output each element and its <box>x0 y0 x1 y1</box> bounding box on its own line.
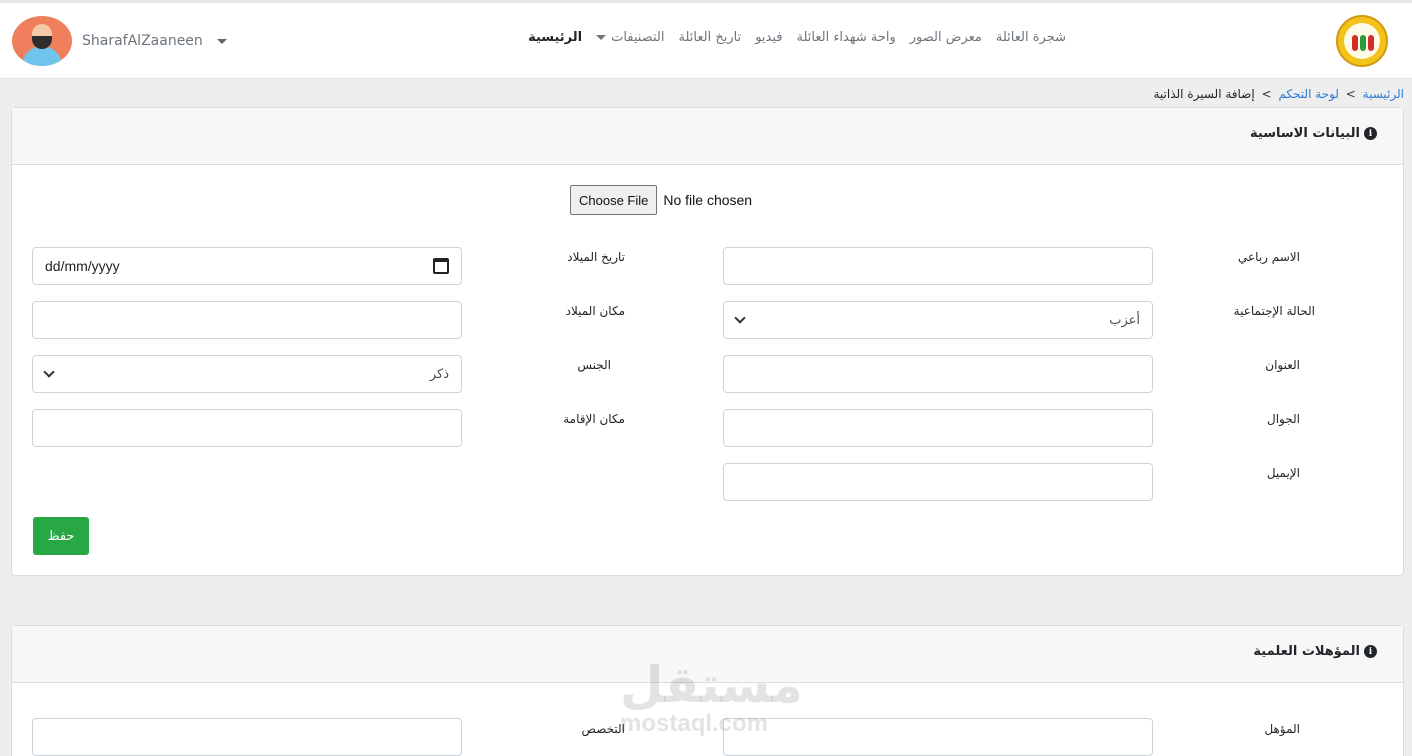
birth-place-label: مكان الميلاد <box>565 304 625 318</box>
nav-item-video[interactable]: فيديو <box>755 30 782 45</box>
avatar-shirt <box>22 46 62 66</box>
gender-value: ذكر <box>429 366 449 382</box>
breadcrumb-dashboard[interactable]: لوحة التحكم <box>1278 87 1339 101</box>
caret-down-icon <box>216 38 227 44</box>
info-icon: i <box>1364 645 1377 658</box>
nav-item-categories[interactable]: التصنيفات <box>596 30 664 45</box>
email-input[interactable] <box>723 463 1153 501</box>
marital-status-select[interactable]: أعزب <box>723 301 1153 339</box>
user-name: SharafAlZaaneen <box>82 33 203 49</box>
breadcrumb-separator: > <box>1345 87 1356 101</box>
save-button[interactable]: حفظ <box>33 517 89 555</box>
photo-upload: Choose File No file chosen <box>570 185 752 215</box>
mobile-label: الجوال <box>1267 412 1300 426</box>
birth-date-placeholder: dd/mm/yyyy <box>45 258 120 274</box>
card-title: i المؤهلات العلمية <box>1253 644 1377 659</box>
calendar-icon[interactable] <box>433 258 449 274</box>
birth-place-input[interactable] <box>32 301 462 339</box>
navbar: الرئيسية التصنيفات تاريخ العائلة فيديو و… <box>0 3 1412 79</box>
info-icon: i <box>1364 127 1377 140</box>
card-title-text: البيانات الاساسية <box>1250 126 1360 141</box>
choose-file-button[interactable]: Choose File <box>570 185 658 215</box>
user-menu[interactable]: SharafAlZaaneen <box>12 16 227 66</box>
address-input[interactable] <box>723 355 1153 393</box>
nav-item-categories-label: التصنيفات <box>611 30 665 45</box>
marital-status-value: أعزب <box>1109 312 1140 328</box>
logo-figure <box>1352 35 1358 51</box>
caret-down-icon <box>596 35 607 40</box>
nav-item-home[interactable]: الرئيسية <box>528 30 582 45</box>
chevron-down-icon <box>43 366 55 378</box>
card-title: i البيانات الاساسية <box>1250 126 1377 141</box>
qualifications-card: i المؤهلات العلمية المؤهل التخصص <box>11 625 1404 756</box>
breadcrumb-current: إضافة السيرة الذاتية <box>1153 87 1255 101</box>
basic-info-card: i البيانات الاساسية Choose File No file … <box>11 107 1404 576</box>
nav-item-martyrs[interactable]: واحة شهداء العائلة <box>796 30 895 45</box>
avatar <box>12 16 72 66</box>
gender-select[interactable]: ذكر <box>32 355 462 393</box>
breadcrumb: الرئيسية > لوحة التحكم > إضافة السيرة ال… <box>1153 87 1404 101</box>
full-name-label: الاسم رباعي <box>1238 250 1300 264</box>
breadcrumb-home[interactable]: الرئيسية <box>1363 87 1404 101</box>
email-label: الإيميل <box>1266 466 1300 480</box>
birth-date-label: تاريخ الميلاد <box>567 250 625 264</box>
site-logo[interactable] <box>1336 15 1388 67</box>
logo-figure <box>1360 35 1366 51</box>
address-label: العنوان <box>1265 358 1300 372</box>
card-title-text: المؤهلات العلمية <box>1253 644 1360 659</box>
nav-item-family-history[interactable]: تاريخ العائلة <box>678 30 741 45</box>
chevron-down-icon <box>734 312 746 324</box>
specialization-input[interactable] <box>32 718 462 756</box>
birth-date-input[interactable]: dd/mm/yyyy <box>32 247 462 285</box>
specialization-label: التخصص <box>581 722 625 736</box>
card-header: i المؤهلات العلمية <box>12 626 1403 683</box>
residence-input[interactable] <box>32 409 462 447</box>
qualification-input[interactable] <box>723 718 1153 756</box>
nav-item-gallery[interactable]: معرض الصور <box>910 30 982 45</box>
nav-item-family-tree[interactable]: شجرة العائلة <box>996 30 1066 45</box>
residence-label: مكان الإقامة <box>563 412 625 426</box>
nav-links: الرئيسية التصنيفات تاريخ العائلة فيديو و… <box>528 30 1066 45</box>
gender-label: الجنس <box>577 358 611 372</box>
breadcrumb-separator: > <box>1261 87 1272 101</box>
marital-status-label: الحالة الإجتماعية <box>1233 304 1315 318</box>
qualification-label: المؤهل <box>1264 722 1300 736</box>
file-status: No file chosen <box>663 192 753 208</box>
card-header: i البيانات الاساسية <box>12 108 1403 165</box>
logo-figure <box>1368 35 1374 51</box>
mobile-input[interactable] <box>723 409 1153 447</box>
full-name-input[interactable] <box>723 247 1153 285</box>
